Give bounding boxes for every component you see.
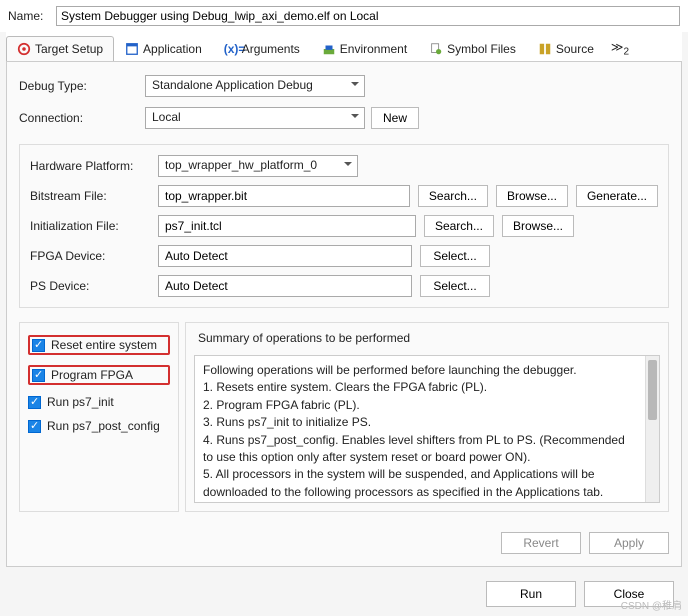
new-connection-button[interactable]: New [371,107,419,129]
name-row: Name: [0,0,688,32]
checkbox-label: Program FPGA [51,368,133,382]
target-icon [17,42,31,56]
apply-button[interactable]: Apply [589,532,669,554]
run-button[interactable]: Run [486,581,576,607]
init-search-button[interactable]: Search... [424,215,494,237]
tab-label: Source [556,42,594,56]
fpga-select-button[interactable]: Select... [420,245,490,267]
tab-label: Environment [340,42,407,56]
tab-label: Arguments [242,42,300,56]
connection-value: Local [152,110,181,124]
debug-type-select[interactable]: Standalone Application Debug [145,75,365,97]
options-column: Reset entire system Program FPGA Run ps7… [19,322,179,512]
hw-platform-label: Hardware Platform: [30,159,150,173]
summary-line: 3. Runs ps7_init to initialize PS. [203,414,637,431]
tabs-overflow-count: 2 [623,46,629,57]
checkbox-program-fpga[interactable]: Program FPGA [28,365,170,385]
bitstream-label: Bitstream File: [30,189,150,203]
tab-label: Target Setup [35,42,103,56]
checkbox-reset-system[interactable]: Reset entire system [28,335,170,355]
arguments-icon: (x)= [224,42,238,56]
tab-bar: Target Setup Application (x)= Arguments … [6,32,682,62]
init-file-input[interactable] [158,215,416,237]
bitstream-search-button[interactable]: Search... [418,185,488,207]
tab-arguments[interactable]: (x)= Arguments [213,36,311,61]
tab-application[interactable]: Application [114,36,213,61]
watermark: CSDN @稚肩 [621,597,682,612]
tabs-overflow[interactable]: ≫2 [605,38,635,59]
symbol-files-icon [429,42,443,56]
summary-box: Following operations will be performed b… [194,355,660,503]
summary-line: Following operations will be performed b… [203,362,637,379]
init-file-label: Initialization File: [30,219,150,233]
checkbox-label: Reset entire system [51,338,157,352]
checkbox-run-ps7-post-config[interactable]: Run ps7_post_config [28,419,170,433]
bitstream-generate-button[interactable]: Generate... [576,185,658,207]
hardware-group: Hardware Platform: top_wrapper_hw_platfo… [19,144,669,308]
hw-platform-value: top_wrapper_hw_platform_0 [165,158,317,172]
summary-line: 1. Resets entire system. Clears the FPGA… [203,379,637,396]
scroll-thumb[interactable] [648,360,657,420]
target-setup-panel: Debug Type: Standalone Application Debug… [6,62,682,567]
revert-button[interactable]: Revert [501,532,581,554]
bitstream-browse-button[interactable]: Browse... [496,185,568,207]
checkbox-icon [28,420,41,433]
checkbox-icon [32,369,45,382]
environment-icon [322,42,336,56]
summary-line: 2. Program FPGA fabric (PL). [203,397,637,414]
ps-select-button[interactable]: Select... [420,275,490,297]
tab-label: Symbol Files [447,42,516,56]
hw-platform-select[interactable]: top_wrapper_hw_platform_0 [158,155,358,177]
window-icon [125,42,139,56]
summary-line: 5. All processors in the system will be … [203,466,637,501]
summary-column: Summary of operations to be performed Fo… [185,322,669,512]
tab-label: Application [143,42,202,56]
ps-device-input[interactable] [158,275,412,297]
init-browse-button[interactable]: Browse... [502,215,574,237]
summary-scrollbar[interactable] [645,356,659,502]
footer-buttons: Run Close [0,567,688,607]
debug-type-value: Standalone Application Debug [152,78,313,92]
checkbox-icon [28,396,41,409]
name-input[interactable] [56,6,680,26]
tab-environment[interactable]: Environment [311,36,418,61]
checkbox-label: Run ps7_post_config [47,419,160,433]
ps-device-label: PS Device: [30,279,150,293]
name-label: Name: [8,9,50,23]
panel-buttons: Revert Apply [19,526,669,554]
source-icon [538,42,552,56]
connection-select[interactable]: Local [145,107,365,129]
fpga-device-label: FPGA Device: [30,249,150,263]
checkbox-icon [32,339,45,352]
connection-label: Connection: [19,111,139,125]
checkbox-run-ps7-init[interactable]: Run ps7_init [28,395,170,409]
summary-line: 4. Runs ps7_post_config. Enables level s… [203,432,637,467]
tab-symbol-files[interactable]: Symbol Files [418,36,527,61]
debug-type-label: Debug Type: [19,79,139,93]
bitstream-input[interactable] [158,185,410,207]
summary-title: Summary of operations to be performed [194,331,660,349]
bottom-area: Reset entire system Program FPGA Run ps7… [19,322,669,512]
checkbox-label: Run ps7_init [47,395,114,409]
tab-source[interactable]: Source [527,36,605,61]
tab-target-setup[interactable]: Target Setup [6,36,114,61]
fpga-device-input[interactable] [158,245,412,267]
summary-text: Following operations will be performed b… [195,356,645,502]
